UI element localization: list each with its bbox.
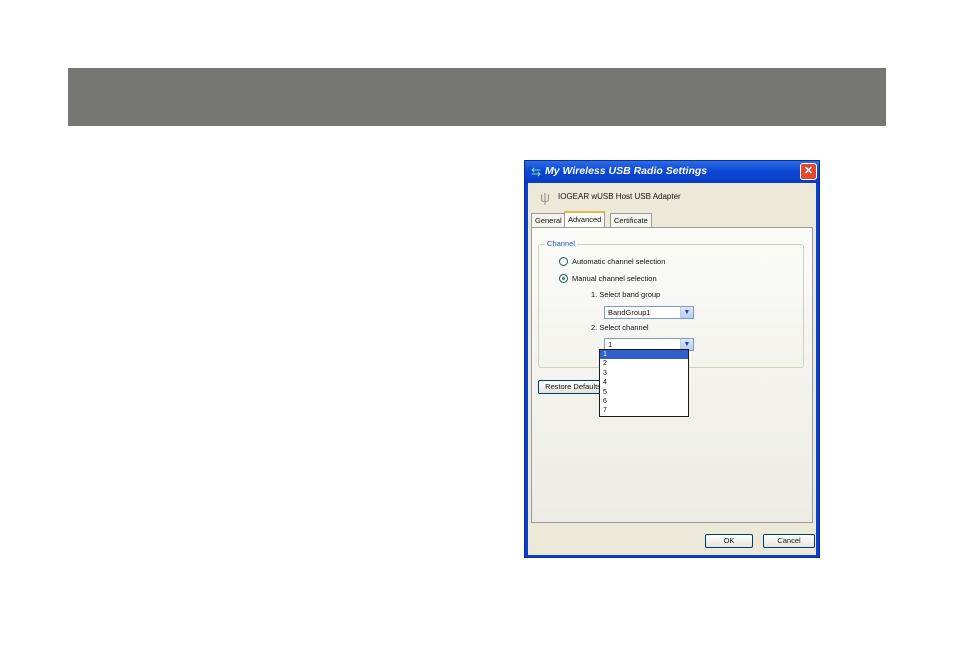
ok-button[interactable]: OK [705,534,753,548]
tab-certificate[interactable]: Certificate [610,213,652,227]
channel-option[interactable]: 3 [600,369,688,378]
channel-option[interactable]: 1 [600,350,688,360]
channel-option[interactable]: 5 [600,388,688,397]
cancel-button[interactable]: Cancel [763,534,815,548]
channel-option[interactable]: 7 [600,406,688,415]
manual-channel-label[interactable]: Manual channel selection [572,274,657,283]
band-group-value: BandGroup1 [608,308,651,317]
tab-general[interactable]: General [531,213,566,227]
manual-channel-radio[interactable] [559,274,568,283]
usb-icon: ψ [540,189,550,205]
channel-option[interactable]: 4 [600,378,688,387]
close-button[interactable]: ✕ [800,163,817,180]
channel-dropdown-list: 1 2 3 4 5 6 7 [599,349,689,417]
auto-channel-label[interactable]: Automatic channel selection [572,257,665,266]
tab-advanced[interactable]: Advanced [564,211,606,227]
close-icon: ✕ [803,165,814,177]
channel-legend: Channel [545,239,577,248]
band-group-select[interactable]: BandGroup1 ▼ [604,306,694,319]
auto-channel-radio[interactable] [559,257,568,266]
dialog-title: My Wireless USB Radio Settings [545,165,708,177]
device-row: ψ IOGEAR wUSB Host USB Adapter [528,183,816,213]
device-name: IOGEAR wUSB Host USB Adapter [558,192,681,201]
wireless-usb-icon: ⇆ [530,165,542,179]
band-group-label: 1. Select band group [591,290,661,299]
channel-option[interactable]: 2 [600,359,688,368]
header-banner [68,68,886,126]
channel-value: 1 [608,340,613,349]
chevron-down-icon[interactable]: ▼ [680,307,693,318]
title-bar[interactable]: ⇆ My Wireless USB Radio Settings ✕ [525,161,819,183]
restore-defaults-button[interactable]: Restore Defaults [538,380,608,394]
channel-option[interactable]: 6 [600,397,688,406]
channel-label: 2. Select channel [591,323,649,332]
